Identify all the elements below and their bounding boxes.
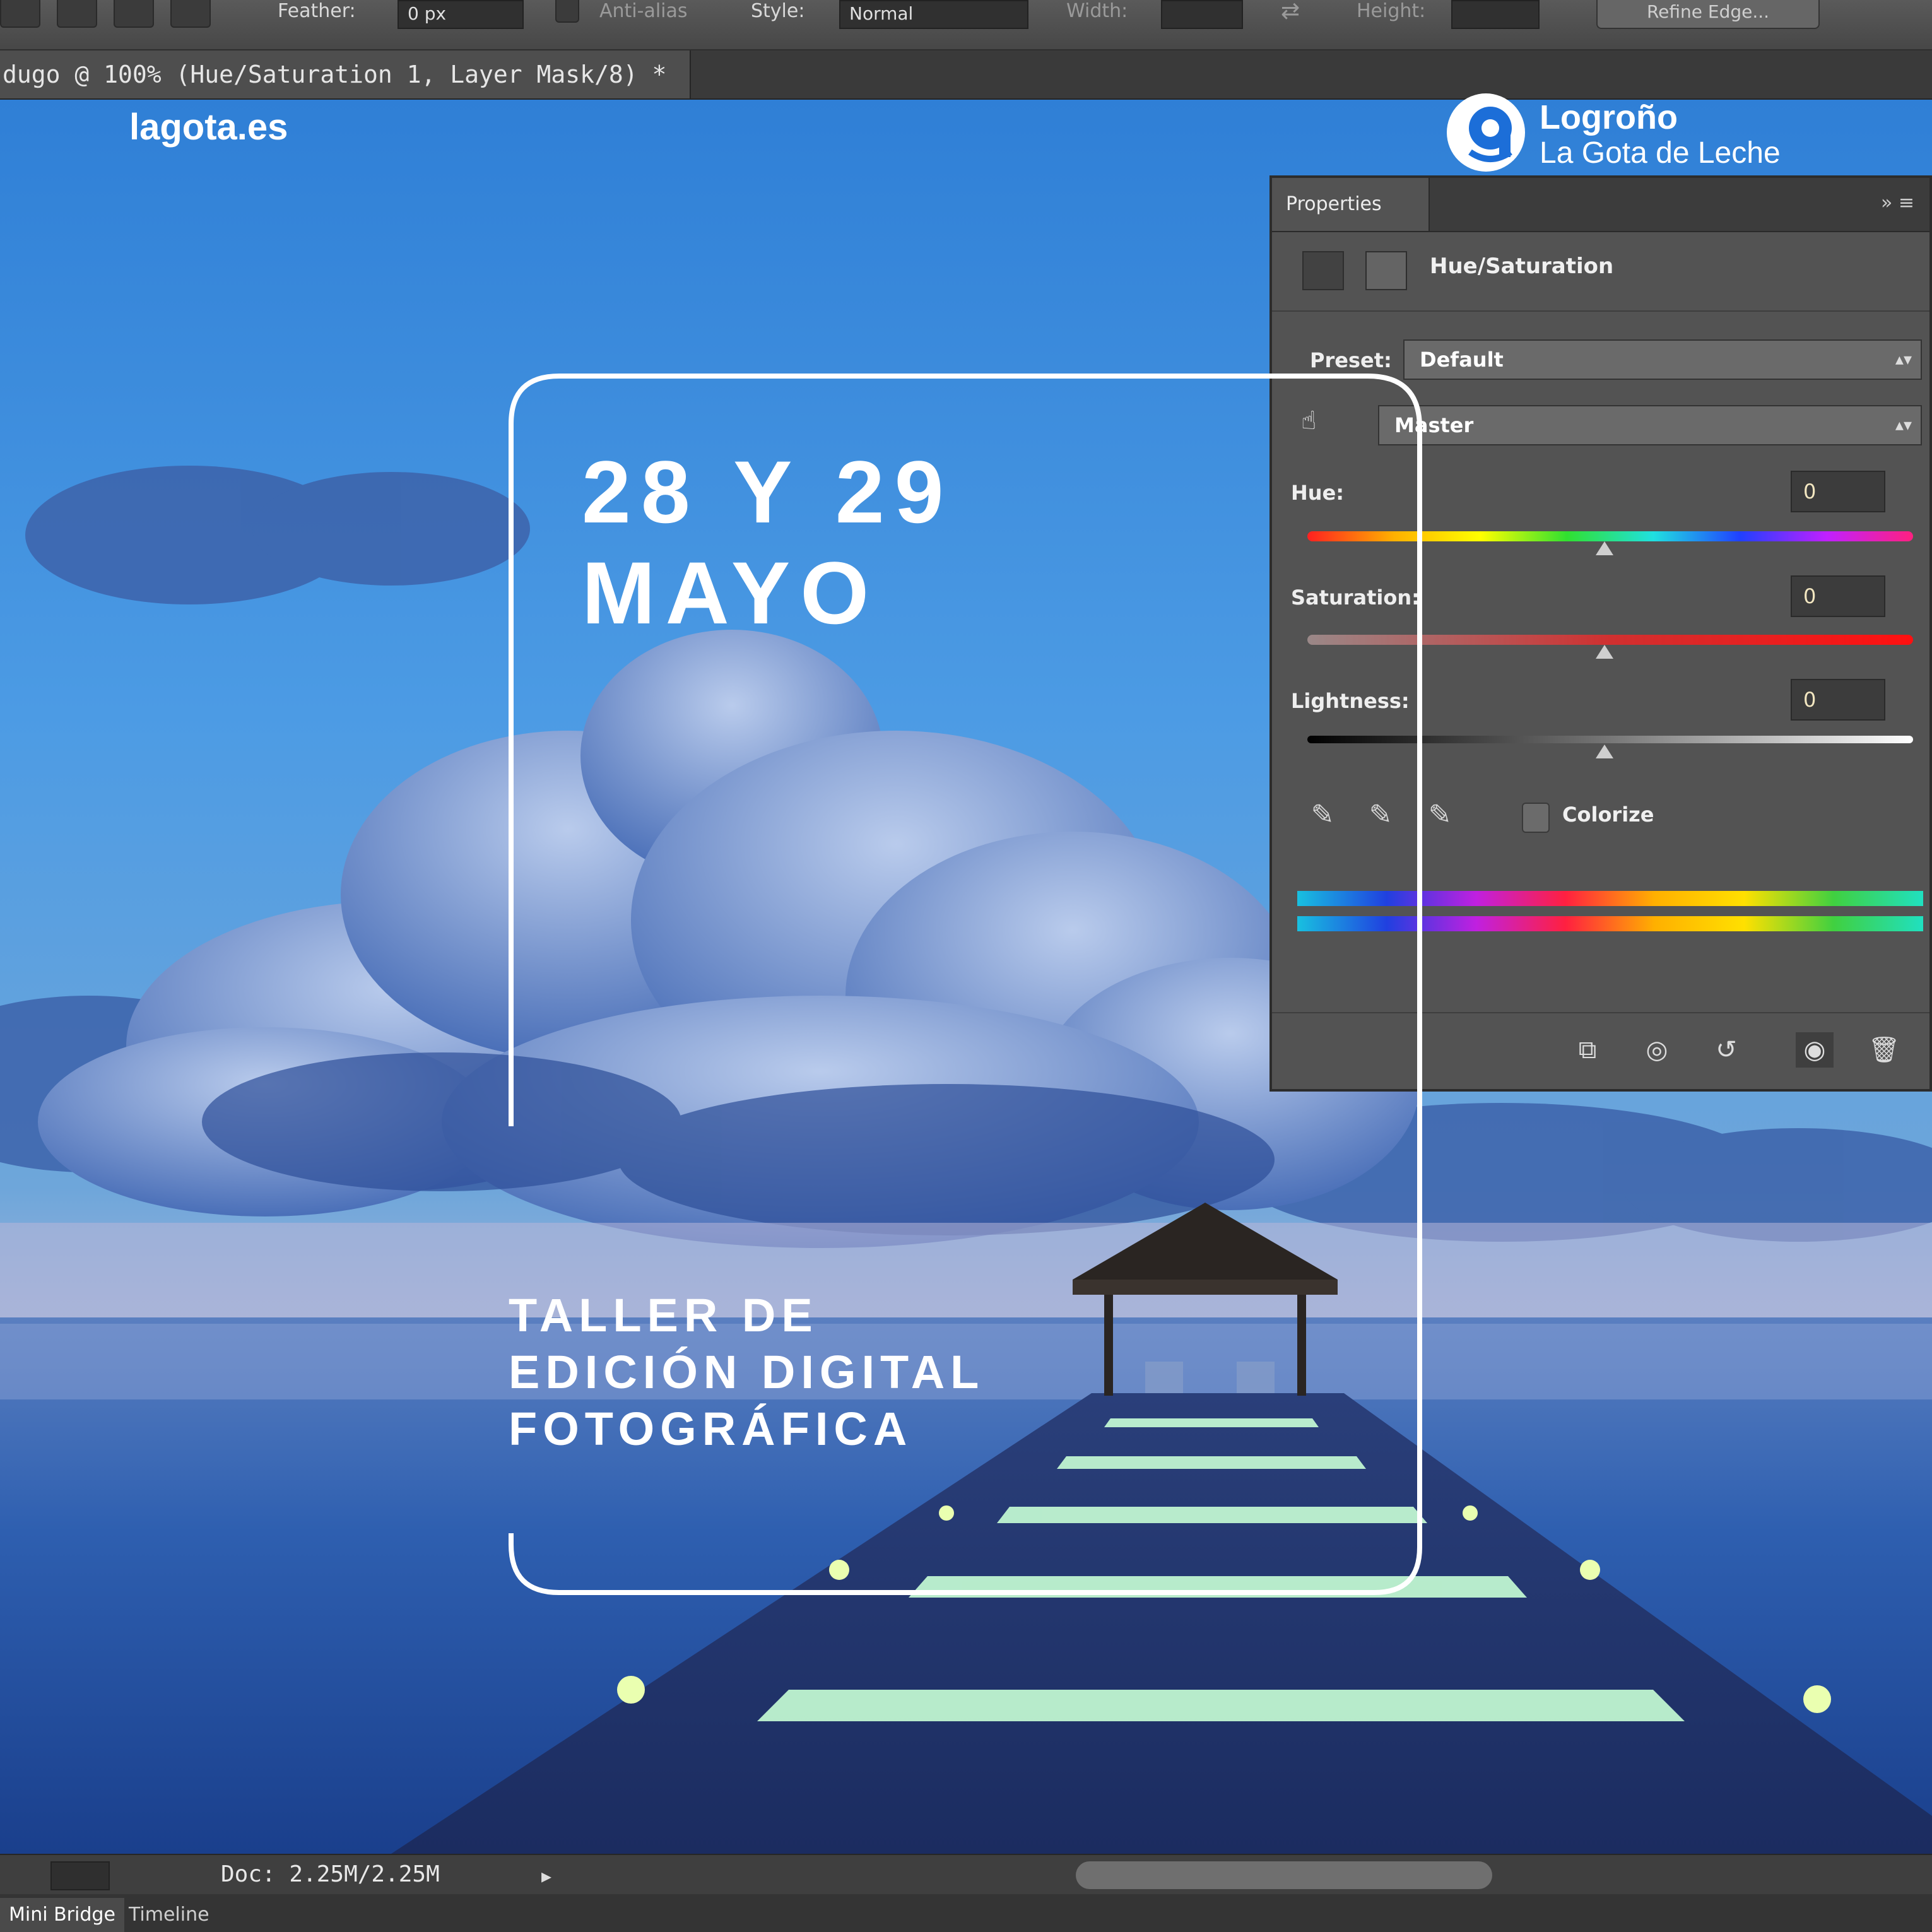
add-selection-icon[interactable] [57,0,97,28]
saturation-slider[interactable] [1307,635,1913,645]
lightness-slider[interactable] [1307,736,1913,743]
channel-value: Master [1394,413,1474,437]
hue-label: Hue: [1291,481,1345,505]
lightness-input[interactable]: 0 [1791,679,1885,721]
document-tab[interactable]: dugo @ 100% (Hue/Saturation 1, Layer Mas… [0,50,691,98]
options-bar: Feather: 0 px Anti-alias Style: Normal W… [0,0,1932,50]
saturation-slider-thumb[interactable] [1596,645,1613,659]
properties-footer: ⧉ ◎ ↺ ◉ 🗑 [1272,1012,1929,1089]
panel-menu-icon[interactable]: » ≡ [1881,192,1914,214]
saturation-label: Saturation: [1291,586,1420,610]
properties-header: Hue/Saturation [1272,231,1929,312]
logo-name: Logroño [1540,98,1678,136]
colorize-label: Colorize [1562,803,1654,827]
reset-icon[interactable]: ↺ [1707,1032,1745,1068]
properties-panel: Properties » ≡ Hue/Saturation Preset: De… [1269,175,1932,1092]
brand-logo: Logroño La Gota de Leche [1445,91,1912,174]
height-label: Height: [1357,0,1426,22]
width-input[interactable] [1161,0,1243,29]
feather-label: Feather: [278,0,356,22]
subtract-selection-icon[interactable] [114,0,154,28]
height-input[interactable] [1451,0,1540,29]
spectrum-bar-bottom [1297,916,1923,931]
antialias-checkbox[interactable] [555,0,579,23]
channel-select[interactable]: Master ▴▾ [1378,405,1922,445]
drop-logo-icon [1447,93,1525,172]
trash-icon[interactable]: 🗑 [1865,1032,1903,1068]
hue-slider-thumb[interactable] [1596,541,1613,555]
event-date: 28 Y 29 MAYO [582,442,954,642]
lightness-label: Lightness: [1291,689,1410,713]
eyedropper-plus-icon[interactable]: ✎ [1362,796,1399,834]
tab-mini-bridge[interactable]: Mini Bridge [0,1898,124,1932]
width-label: Width: [1066,0,1128,22]
view-previous-icon[interactable]: ◎ [1638,1032,1676,1068]
preset-label: Preset: [1310,348,1392,372]
saturation-input[interactable]: 0 [1791,575,1885,617]
status-menu-arrow-icon[interactable]: ▸ [541,1864,551,1888]
hue-input[interactable]: 0 [1791,471,1885,512]
preset-select[interactable]: Default ▴▾ [1403,339,1922,380]
hand-adjust-icon[interactable]: ☝ [1301,406,1316,435]
antialias-label: Anti-alias [599,0,688,22]
swap-icon[interactable]: ⇄ [1281,0,1300,23]
style-label: Style: [751,0,805,22]
mask-icon[interactable] [1365,251,1407,290]
properties-tabbar: Properties » ≡ [1272,178,1929,232]
bottom-panel-tabs: Mini Bridge Timeline [0,1894,1932,1932]
eyedropper-minus-icon[interactable]: ✎ [1421,796,1459,834]
tab-properties[interactable]: Properties [1272,178,1430,231]
tab-timeline[interactable]: Timeline [120,1898,218,1932]
style-select[interactable]: Normal [839,0,1028,29]
select-arrows-icon: ▴▾ [1895,350,1912,369]
visibility-icon[interactable]: ◉ [1796,1032,1834,1068]
event-title: TALLER DE EDICIÓN DIGITAL FOTOGRÁFICA [509,1289,985,1455]
feather-input[interactable]: 0 px [398,0,524,29]
select-arrows-icon: ▴▾ [1895,416,1912,435]
zoom-field[interactable] [50,1861,110,1890]
colorize-checkbox[interactable] [1522,803,1550,833]
properties-title: Hue/Saturation [1430,254,1614,279]
clip-layer-icon[interactable]: ⧉ [1569,1032,1606,1068]
adjustment-icon[interactable] [1302,251,1344,290]
status-bar: Doc: 2.25M/2.25M ▸ [0,1854,1932,1894]
spectrum-bar-top [1297,891,1923,906]
doc-size-readout: Doc: 2.25M/2.25M [221,1861,440,1887]
intersect-selection-icon[interactable] [170,0,211,28]
document-tab-label: dugo @ 100% (Hue/Saturation 1, Layer Mas… [3,61,667,88]
eyedropper-icon[interactable]: ✎ [1304,796,1341,834]
logo-subtitle: La Gota de Leche [1540,136,1781,170]
hue-slider[interactable] [1307,531,1913,541]
lightness-slider-thumb[interactable] [1596,745,1613,758]
preset-value: Default [1420,348,1504,372]
website-url[interactable]: lagota.es [129,106,288,148]
horizontal-scrollbar[interactable] [1076,1861,1492,1889]
new-selection-icon[interactable] [0,0,40,28]
refine-edge-button[interactable]: Refine Edge... [1596,0,1820,29]
